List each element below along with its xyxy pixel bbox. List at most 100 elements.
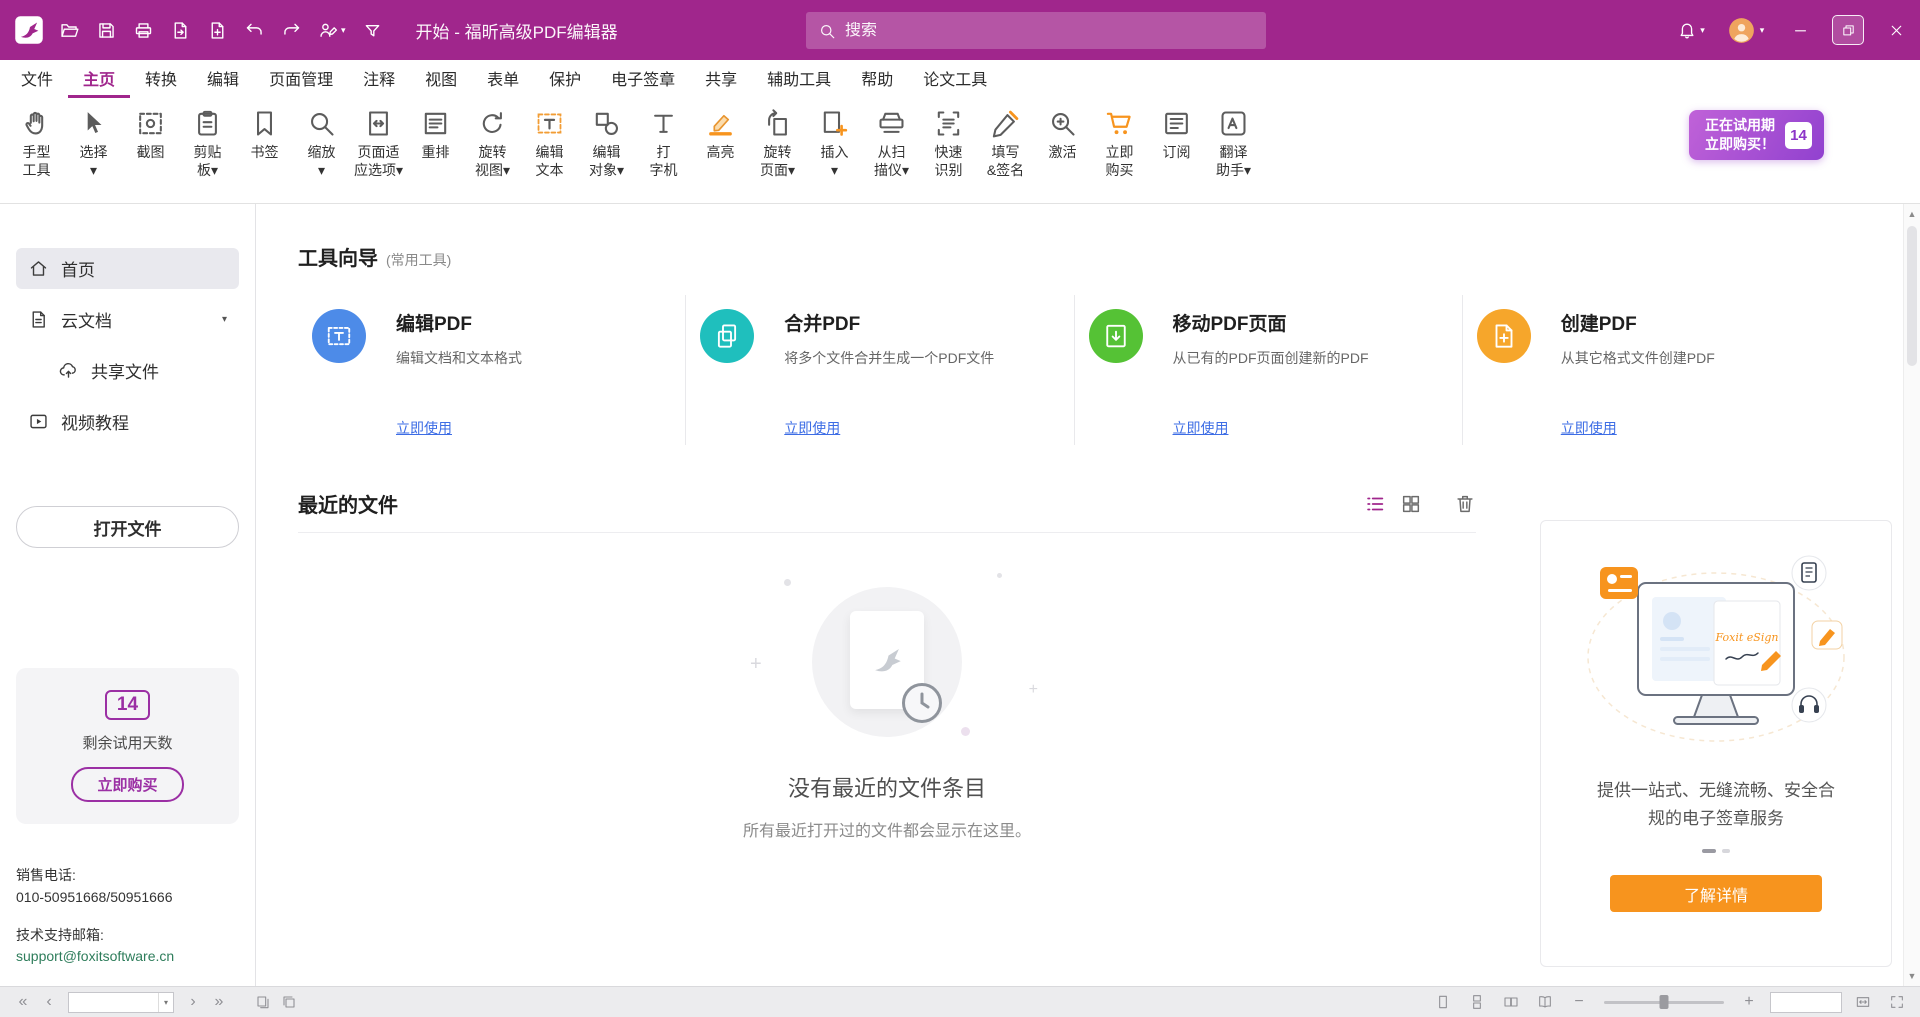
ribbon-tool[interactable]: 截图 <box>122 106 179 163</box>
menu-item[interactable]: 保护 <box>534 60 596 98</box>
menu-item[interactable]: 页面管理 <box>254 60 348 98</box>
menu-item[interactable]: 论文工具 <box>908 60 1002 98</box>
page-number-box[interactable]: ▾ <box>68 992 174 1013</box>
ribbon-tool[interactable]: 书签 <box>236 106 293 163</box>
quick-action-button[interactable] <box>52 13 87 47</box>
ribbon-tool[interactable]: 高亮 <box>692 106 749 163</box>
search-input[interactable] <box>845 22 1254 40</box>
quick-action-button[interactable] <box>163 13 198 47</box>
ribbon-tool[interactable]: 立即 购买 <box>1091 106 1148 181</box>
quick-action-button[interactable] <box>89 13 124 47</box>
menu-item[interactable]: 电子签章 <box>596 60 690 98</box>
sidebar-item[interactable]: 视频教程 <box>16 401 239 442</box>
menu-item[interactable]: 表单 <box>472 60 534 98</box>
use-now-link[interactable]: 立即使用 <box>1173 418 1229 438</box>
quick-action-button[interactable] <box>274 13 309 47</box>
ribbon-tool[interactable]: 旋转 视图▾ <box>464 106 521 181</box>
zoom-level-box[interactable] <box>1770 992 1842 1013</box>
sidebar-item[interactable]: 共享文件 <box>46 350 239 391</box>
menu-item[interactable]: 辅助工具 <box>752 60 846 98</box>
quick-action-button[interactable] <box>237 13 272 47</box>
zoom-in-button[interactable]: + <box>1736 990 1762 1014</box>
menu-item[interactable]: 注释 <box>348 60 410 98</box>
ribbon-tool[interactable]: 激活 <box>1034 106 1091 163</box>
menu-item[interactable]: 编辑 <box>192 60 254 98</box>
search-box[interactable] <box>806 12 1266 49</box>
ribbon-tool[interactable]: 翻译 助手▾ <box>1205 106 1262 181</box>
use-now-link[interactable]: 立即使用 <box>1561 418 1617 438</box>
carousel-dot[interactable] <box>1722 849 1730 853</box>
first-page-button[interactable]: « <box>10 990 36 1014</box>
sidebar-item[interactable]: 首页 <box>16 248 239 289</box>
ribbon-tool[interactable]: 缩放 ▾ <box>293 106 350 181</box>
quick-action-button[interactable] <box>355 13 390 47</box>
menu-item[interactable]: 帮助 <box>846 60 908 98</box>
foxit-logo[interactable] <box>14 15 44 45</box>
menu-item[interactable]: 文件 <box>6 60 68 98</box>
vertical-scrollbar[interactable]: ▲ ▼ <box>1903 204 1920 986</box>
use-now-link[interactable]: 立即使用 <box>784 418 840 438</box>
quick-action-button[interactable] <box>126 13 161 47</box>
ribbon-tool[interactable]: 选择 ▾ <box>65 106 122 181</box>
notifications-button[interactable]: ▾ <box>1666 0 1716 60</box>
zoom-out-button[interactable]: − <box>1566 990 1592 1014</box>
scrollbar-thumb[interactable] <box>1907 226 1917 366</box>
menu-item[interactable]: 共享 <box>690 60 752 98</box>
next-page-button[interactable]: › <box>180 990 206 1014</box>
tool-card[interactable]: 创建PDF 从其它格式文件创建PDF 立即使用 <box>1462 295 1850 445</box>
ribbon-tool[interactable]: 重排 <box>407 106 464 163</box>
next-view-button[interactable] <box>276 990 302 1014</box>
grid-view-button[interactable] <box>1400 493 1422 515</box>
last-page-button[interactable]: » <box>206 990 232 1014</box>
zoom-level-input[interactable] <box>1771 993 1841 1012</box>
sidebar-item[interactable]: 云文档 ▾ <box>16 299 239 340</box>
trial-buy-badge[interactable]: 正在试用期 立即购买！ 14 <box>1689 110 1824 160</box>
previous-page-button[interactable]: ‹ <box>36 990 62 1014</box>
single-page-view-button[interactable] <box>1430 990 1456 1014</box>
clear-recent-button[interactable] <box>1454 493 1476 515</box>
ribbon-tool[interactable]: 页面适 应选项▾ <box>350 106 407 181</box>
menu-item[interactable]: 视图 <box>410 60 472 98</box>
menu-item[interactable]: 主页 <box>68 60 130 98</box>
facing-view-button[interactable] <box>1498 990 1524 1014</box>
book-view-button[interactable] <box>1532 990 1558 1014</box>
quick-action-button[interactable] <box>200 13 235 47</box>
list-view-button[interactable] <box>1364 493 1386 515</box>
scroll-up-arrow[interactable]: ▲ <box>1904 206 1920 222</box>
minimize-button[interactable] <box>1776 0 1824 60</box>
page-number-input[interactable] <box>69 993 158 1012</box>
ribbon-tool[interactable]: 插入 ▾ <box>806 106 863 181</box>
ribbon-tool[interactable]: 编辑 文本 <box>521 106 578 181</box>
ribbon-tool[interactable]: 旋转 页面▾ <box>749 106 806 181</box>
account-button[interactable]: ▾ <box>1716 0 1776 60</box>
scroll-down-arrow[interactable]: ▼ <box>1904 968 1920 984</box>
ribbon-tool[interactable]: 快速 识别 <box>920 106 977 181</box>
ribbon-tool[interactable]: 剪贴 板▾ <box>179 106 236 181</box>
fullscreen-button[interactable] <box>1884 990 1910 1014</box>
tool-card[interactable]: 编辑PDF 编辑文档和文本格式 立即使用 <box>298 295 685 445</box>
zoom-slider-thumb[interactable] <box>1660 995 1669 1009</box>
ribbon-tool[interactable]: 打 字机 <box>635 106 692 181</box>
ribbon-tool[interactable]: 编辑 对象▾ <box>578 106 635 181</box>
ribbon-tool[interactable]: 从扫 描仪▾ <box>863 106 920 181</box>
learn-more-button[interactable]: 了解详情 <box>1610 875 1822 912</box>
use-now-link[interactable]: 立即使用 <box>396 418 452 438</box>
fit-width-button[interactable] <box>1850 990 1876 1014</box>
page-dropdown-caret[interactable]: ▾ <box>158 993 173 1012</box>
continuous-view-button[interactable] <box>1464 990 1490 1014</box>
ribbon-tool[interactable]: 订阅 <box>1148 106 1205 163</box>
buy-now-button[interactable]: 立即购买 <box>71 767 183 802</box>
tool-card[interactable]: 移动PDF页面 从已有的PDF页面创建新的PDF 立即使用 <box>1074 295 1462 445</box>
tool-card[interactable]: 合并PDF 将多个文件合并生成一个PDF文件 立即使用 <box>685 295 1073 445</box>
ribbon-tool[interactable]: 填写 &签名 <box>977 106 1034 181</box>
restore-button[interactable] <box>1824 0 1872 60</box>
quick-action-button[interactable]: ▾ <box>311 13 353 47</box>
ribbon-tool[interactable]: 手型 工具 <box>8 106 65 181</box>
support-email-link[interactable]: support@foxitsoftware.cn <box>16 946 239 968</box>
open-file-button[interactable]: 打开文件 <box>16 506 239 548</box>
carousel-dot-active[interactable] <box>1702 849 1716 853</box>
previous-view-button[interactable] <box>250 990 276 1014</box>
zoom-slider[interactable] <box>1604 1001 1724 1004</box>
menu-item[interactable]: 转换 <box>130 60 192 98</box>
close-button[interactable] <box>1872 0 1920 60</box>
